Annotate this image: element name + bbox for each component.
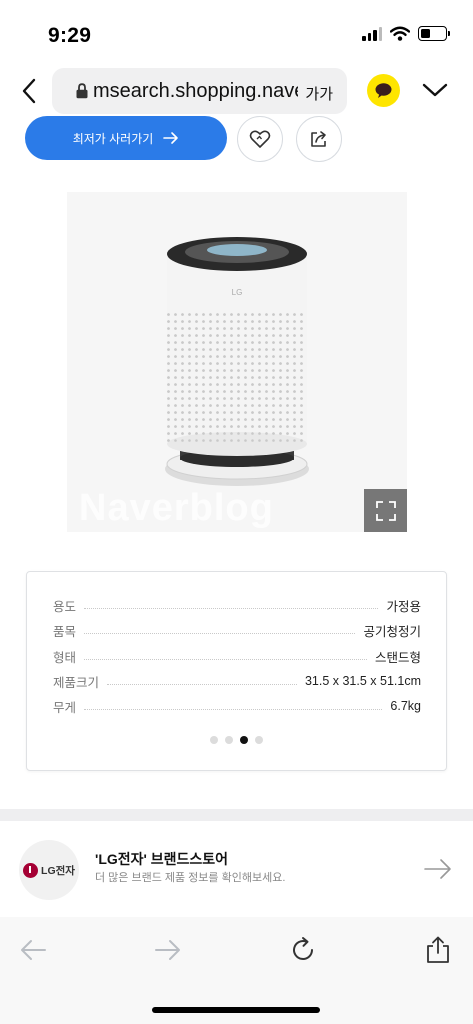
brand-store-name: 'LG전자' 브랜드스토어 xyxy=(95,851,229,867)
brand-logo: LG전자 xyxy=(19,840,79,900)
back-button[interactable] xyxy=(17,935,49,965)
carousel-dot[interactable] xyxy=(255,736,263,744)
browser-nav-bar: msearch.shopping.naver.com 가가 xyxy=(0,66,473,118)
expand-icon xyxy=(375,500,396,521)
forward-arrow-icon xyxy=(155,940,180,960)
home-indicator xyxy=(152,1007,320,1013)
expand-image-button[interactable] xyxy=(364,489,407,532)
wifi-icon xyxy=(390,26,410,41)
spec-value: 6.7kg xyxy=(390,699,421,713)
spec-label: 용도 xyxy=(53,599,77,614)
url-text: msearch.shopping.naver.com xyxy=(93,80,298,102)
brand-store-description: 더 많은 브랜드 제품 정보를 확인해보세요. xyxy=(95,872,286,884)
back-chevron-icon[interactable] xyxy=(16,74,44,108)
share-toolbar-button[interactable] xyxy=(422,935,454,965)
spec-value: 공기청정기 xyxy=(363,624,421,639)
battery-icon xyxy=(418,26,450,41)
spec-row: 품목 공기청정기 xyxy=(53,621,421,639)
spec-value: 가정용 xyxy=(386,599,421,614)
spec-row: 용도 가정용 xyxy=(53,596,421,614)
spec-label: 무게 xyxy=(53,700,77,715)
spec-value: 31.5 x 31.5 x 51.1cm xyxy=(304,674,421,688)
kakaotalk-icon[interactable] xyxy=(367,74,400,107)
carousel-dot[interactable] xyxy=(240,736,248,744)
carousel-dots xyxy=(27,736,446,744)
wishlist-button[interactable] xyxy=(237,116,283,162)
spec-card: 용도 가정용 품목 공기청정기 형태 스탠드형 제품크기 31.5 x 31.5… xyxy=(26,571,447,771)
forward-button[interactable] xyxy=(152,935,184,965)
buy-lowest-price-button[interactable]: 최저가 사러가기 xyxy=(25,116,227,160)
back-arrow-icon xyxy=(21,940,46,960)
air-purifier-image: LG xyxy=(165,237,309,486)
spec-row: 무게 6.7kg xyxy=(53,697,421,715)
share-icon xyxy=(311,131,326,147)
share-button[interactable] xyxy=(296,116,342,162)
lg-logo-icon xyxy=(23,862,39,878)
arrow-right-icon xyxy=(424,859,451,879)
spec-label: 형태 xyxy=(53,650,77,665)
carousel-dot[interactable] xyxy=(210,736,218,744)
share-icon xyxy=(427,936,449,963)
chevron-down-icon[interactable] xyxy=(420,78,450,102)
brand-logo-text: LG전자 xyxy=(41,864,75,877)
spec-label: 품목 xyxy=(53,624,77,639)
url-bar[interactable]: msearch.shopping.naver.com 가가 xyxy=(52,68,347,114)
product-image[interactable]: LG Naverblog xyxy=(67,192,407,532)
carousel-dot[interactable] xyxy=(225,736,233,744)
reload-icon xyxy=(293,937,313,960)
status-icons xyxy=(362,26,450,41)
heart-icon xyxy=(249,130,271,148)
status-time: 9:29 xyxy=(48,24,92,47)
arrow-right-icon xyxy=(163,132,179,144)
reload-button[interactable] xyxy=(287,935,319,965)
brand-store-link[interactable]: LG전자 'LG전자' 브랜드스토어 더 많은 브랜드 제품 정보를 확인해보세… xyxy=(0,821,473,917)
font-size-button[interactable]: 가가 xyxy=(305,83,333,104)
status-bar: 9:29 xyxy=(0,0,473,60)
spec-value: 스탠드형 xyxy=(374,650,421,665)
svg-text:LG: LG xyxy=(232,288,243,297)
spec-row: 제품크기 31.5 x 31.5 x 51.1cm xyxy=(53,672,421,690)
lock-icon xyxy=(76,83,88,99)
cellular-signal-icon xyxy=(362,26,382,41)
spec-row: 형태 스탠드형 xyxy=(53,647,421,665)
section-divider xyxy=(0,809,473,821)
watermark: Naverblog xyxy=(79,487,274,529)
buy-button-label: 최저가 사러가기 xyxy=(72,131,154,146)
spec-label: 제품크기 xyxy=(53,675,100,690)
